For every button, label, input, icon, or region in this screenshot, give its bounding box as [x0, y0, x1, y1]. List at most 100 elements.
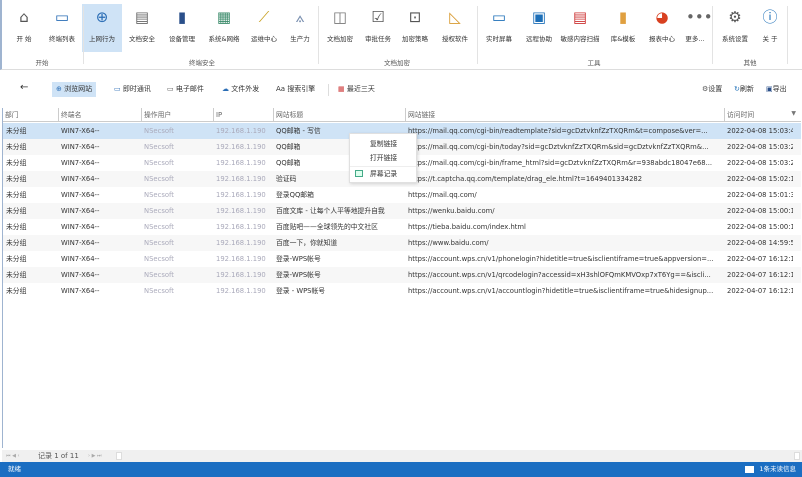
- column-header[interactable]: 终端名: [58, 108, 141, 122]
- cell-host: WIN7-X64--: [61, 271, 100, 279]
- tab-mail[interactable]: ▭ 电子邮件: [163, 82, 208, 97]
- clipboard-check-icon: ☑: [371, 8, 385, 26]
- scrollbar-right-button[interactable]: [794, 452, 800, 460]
- cell-host: WIN7-X64--: [61, 143, 100, 151]
- ribbon-button-label: 文档加密: [327, 35, 353, 43]
- mail-icon: ▭: [167, 85, 174, 93]
- ribbon-button-home[interactable]: ⌂ 开 始: [4, 4, 44, 52]
- menu-item-copy-link[interactable]: 复制链接: [350, 137, 416, 151]
- ribbon-button-label: 敏感内容扫描: [560, 35, 600, 43]
- table-row[interactable]: 未分组 WIN7-X64-- NSecsoft 192.168.1.190 登录-WPS…: [3, 251, 801, 267]
- cell-title: 百度一下，你就知道: [276, 239, 338, 247]
- cell-time: 2022-04-08 14:59:50: [727, 239, 793, 247]
- table-row[interactable]: 未分组 WIN7-X64-- NSecsoft 192.168.1.190 百度文库 -…: [3, 203, 801, 219]
- tab-globe[interactable]: ⊕ 浏览网站: [52, 82, 97, 97]
- cube-shield-icon: ◫: [332, 8, 348, 26]
- ruler-pencil-icon: ◺: [449, 8, 461, 26]
- ribbon-button-clipboard-check[interactable]: ☑ 审批任务: [358, 4, 398, 52]
- menu-item-screen-record[interactable]: 屏幕记录: [350, 167, 416, 181]
- column-header[interactable]: 访问时间: [724, 108, 794, 122]
- ribbon-button-remote-screens[interactable]: ▣ 远程协助: [519, 4, 559, 52]
- settings-label: 设置: [708, 85, 723, 93]
- scrollbar-left-button[interactable]: [116, 452, 122, 460]
- status-text: 就绪: [8, 465, 21, 473]
- ribbon-button-ruler-pencil[interactable]: ◺ 授权软件: [435, 4, 475, 52]
- cell-title: 登录-WPS帐号: [276, 271, 321, 279]
- ribbon-button-cube-shield[interactable]: ◫ 文档加密: [320, 4, 360, 52]
- ribbon-button-firewall-shield[interactable]: ▦ 系统&网络: [204, 4, 244, 52]
- date-filter-label: 最近三天: [346, 85, 375, 93]
- ribbon-button-more[interactable]: ••• 更多...: [675, 4, 715, 52]
- cell-dept: 未分组: [6, 239, 27, 247]
- cell-dept: 未分组: [6, 223, 27, 231]
- unread-messages[interactable]: 1条未读信息: [759, 462, 796, 477]
- export-button[interactable]: ▣导出: [762, 82, 791, 97]
- tab-chat[interactable]: ▭ 即时通讯: [110, 82, 155, 97]
- magic-wand-icon: ⟋: [258, 8, 270, 26]
- ribbon-button-label: 文档安全: [129, 35, 155, 43]
- document-shield-icon: ▤: [134, 8, 150, 26]
- ribbon-button-monitor[interactable]: ▭ 实时屏幕: [479, 4, 519, 52]
- table-row[interactable]: 未分组 WIN7-X64-- NSecsoft 192.168.1.190 百度贴吧——…: [3, 219, 801, 235]
- cell-user: NSecsoft: [144, 175, 174, 183]
- ribbon-button-label: 生产力: [290, 35, 310, 43]
- info-icon: ⓘ: [762, 8, 778, 26]
- sort-dropdown-icon[interactable]: ▼: [791, 110, 796, 117]
- message-icon[interactable]: [745, 466, 754, 473]
- tab-font-aa[interactable]: Aa 搜索引擎: [272, 82, 319, 97]
- ribbon-button-label: 上网行为: [89, 35, 115, 43]
- cell-url: https://mail.qq.com/: [408, 191, 477, 199]
- cell-url: https://account.wps.cn/v1/accountlogin?h…: [408, 287, 714, 295]
- ribbon-button-document-shield[interactable]: ▤ 文档安全: [122, 4, 162, 52]
- date-filter-button[interactable]: ▦ 最近三天: [334, 82, 379, 97]
- table-row[interactable]: 未分组 WIN7-X64-- NSecsoft 192.168.1.190 登录 - W…: [3, 283, 801, 299]
- column-header[interactable]: 部门: [3, 108, 58, 122]
- tab-label: 浏览网站: [64, 85, 93, 93]
- ribbon-button-globe-search[interactable]: ⊕ 上网行为: [82, 4, 122, 52]
- ribbon-button-magic-wand[interactable]: ⟋ 运维中心: [244, 4, 284, 52]
- ribbon-button-gear[interactable]: ⚙ 系统设置: [715, 4, 755, 52]
- menu-item-label: 屏幕记录: [370, 170, 398, 178]
- cell-host: WIN7-X64--: [61, 287, 100, 295]
- cell-time: 2022-04-08 15:03:47: [727, 127, 793, 135]
- cell-dept: 未分组: [6, 207, 27, 215]
- ribbon-button-label: 系统设置: [722, 35, 748, 43]
- pager-first-prev-icon[interactable]: ⏮ ◀ ‹: [6, 450, 20, 462]
- column-header[interactable]: IP: [213, 108, 273, 122]
- ribbon-button-info[interactable]: ⓘ 关 于: [750, 4, 790, 52]
- ribbon-button-label: 系统&网络: [208, 35, 240, 43]
- ribbon-button-scanner[interactable]: ▤ 敏感内容扫描: [560, 4, 600, 52]
- cell-time: 2022-04-08 15:03:24: [727, 143, 793, 151]
- table-row[interactable]: 未分组 WIN7-X64-- NSecsoft 192.168.1.190 登录-WPS…: [3, 267, 801, 283]
- pager-record-text: 记录 1 of 11: [38, 452, 79, 460]
- font-aa-icon: Aa: [276, 85, 286, 93]
- ribbon-button-lock-window[interactable]: ⊡ 加密策略: [395, 4, 435, 52]
- ribbon-button-chart-user[interactable]: ⟑ 生产力: [280, 4, 320, 52]
- table-row[interactable]: 未分组 WIN7-X64-- NSecsoft 192.168.1.190 登录QQ邮箱…: [3, 187, 801, 203]
- column-header[interactable]: 操作用户: [141, 108, 213, 122]
- column-header[interactable]: 网站链接: [405, 108, 724, 122]
- cell-host: WIN7-X64--: [61, 239, 100, 247]
- pager-next-last-icon[interactable]: › ▶ ⏭: [88, 450, 102, 462]
- menu-item-open-link[interactable]: 打开链接: [350, 151, 416, 165]
- toolbar: ← ⊕ 浏览网站 ▭ 即时通讯 ▭ 电子邮件 ☁ 文件外发 Aa 搜索引擎 ▦ 最近三天 ⚙设…: [0, 78, 802, 102]
- ribbon-button-computers[interactable]: ▭ 终端列表: [42, 4, 82, 52]
- refresh-button[interactable]: ↻刷新: [730, 82, 758, 97]
- globe-search-icon: ⊕: [95, 8, 109, 26]
- status-bar: 就绪 1条未读信息: [0, 462, 802, 477]
- ribbon-group-label: 工具: [587, 59, 601, 67]
- table-row[interactable]: 未分组 WIN7-X64-- NSecsoft 192.168.1.190 百度一下，你…: [3, 235, 801, 251]
- ribbon-button-usb-device[interactable]: ▮ 设备管理: [162, 4, 202, 52]
- ribbon-button-label: 关 于: [762, 35, 778, 43]
- ribbon-group-divider: [787, 6, 788, 64]
- cell-user: NSecsoft: [144, 191, 174, 199]
- ribbon-group-divider: [712, 6, 713, 64]
- ribbon-button-database[interactable]: ▮ 库&模板: [603, 4, 643, 52]
- grid-header: 部门 终端名 操作用户 IP 网站标题 网站链接 访问时间: [3, 108, 801, 122]
- tab-cloud-upload[interactable]: ☁ 文件外发: [218, 82, 263, 97]
- ribbon-group-divider: [83, 6, 84, 64]
- column-header[interactable]: 网站标题: [273, 108, 405, 122]
- settings-button[interactable]: ⚙设置: [698, 82, 726, 97]
- back-button[interactable]: ←: [16, 80, 32, 95]
- cell-ip: 192.168.1.190: [216, 143, 266, 151]
